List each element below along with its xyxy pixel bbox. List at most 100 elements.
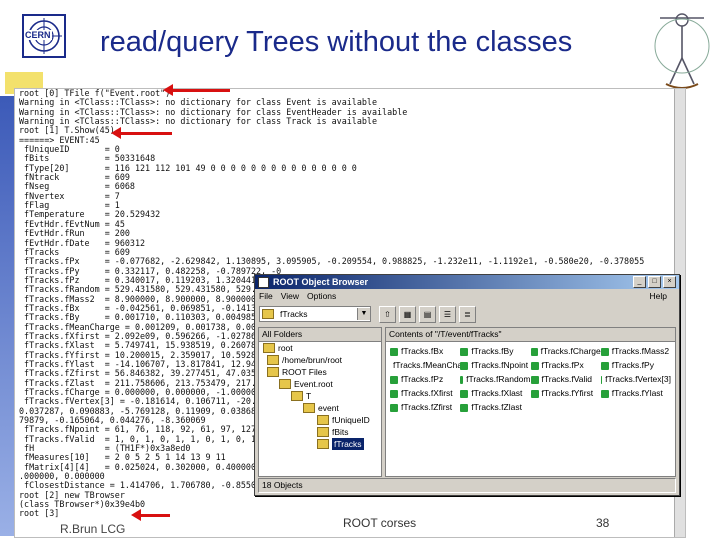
terminal-line: Warning in <TClass::TClass>: no dictiona… bbox=[19, 116, 377, 127]
leaf-icon bbox=[460, 389, 469, 398]
tree-item-label: fTracks bbox=[332, 438, 364, 450]
leaf-item[interactable]: fTracks.fPy bbox=[600, 360, 671, 371]
leaf-icon bbox=[390, 389, 398, 398]
menu-options[interactable]: Options bbox=[307, 291, 336, 301]
folder-icon bbox=[267, 367, 279, 377]
menu-file[interactable]: File bbox=[259, 291, 273, 301]
tree-item-label: ROOT Files bbox=[282, 367, 327, 377]
leaf-item-label: fTracks.fBy bbox=[471, 346, 514, 356]
tree-item[interactable]: ROOT Files bbox=[259, 366, 381, 378]
leaf-icon bbox=[600, 361, 609, 370]
leaf-icon bbox=[460, 403, 469, 412]
folder-icon bbox=[279, 379, 291, 389]
browser-toolbar: fTracks ▼ ⇧ ▦ ▤ ☰ ≣ bbox=[255, 303, 679, 325]
leaf-item[interactable]: fTracks.fNpoint bbox=[460, 360, 530, 371]
minimize-icon[interactable]: _ bbox=[633, 276, 646, 288]
list-view-icon[interactable]: ☰ bbox=[439, 305, 456, 323]
tree-item[interactable]: root bbox=[259, 342, 381, 354]
leaf-item[interactable]: fTracks.fMeanCharge bbox=[390, 360, 460, 371]
status-bar: 18 Objects bbox=[258, 478, 676, 493]
contents-pane[interactable]: Contents of "/T/event/fTracks" fTracks.f… bbox=[385, 327, 676, 477]
tree-item-label: event bbox=[318, 403, 339, 413]
leaf-item[interactable]: fTracks.fMass2 bbox=[600, 346, 671, 357]
tree-item[interactable]: fBits bbox=[259, 426, 381, 438]
tree-item[interactable]: fTracks bbox=[259, 438, 381, 450]
contents-header: Contents of "/T/event/fTracks" bbox=[386, 328, 675, 342]
maximize-icon[interactable]: □ bbox=[648, 276, 661, 288]
leaf-item[interactable]: fTracks.fYlast bbox=[600, 388, 671, 399]
leaf-item[interactable]: fTracks.fCharge bbox=[530, 346, 601, 357]
root-object-browser: ROOT Object Browser _ □ × File View Opti… bbox=[254, 274, 680, 496]
tree-item[interactable]: /home/brun/root bbox=[259, 354, 381, 366]
leaf-icon bbox=[460, 375, 464, 384]
leaf-icon bbox=[460, 347, 469, 356]
leaf-icon bbox=[390, 347, 398, 356]
folders-pane[interactable]: All Folders root/home/brun/root ROOT File… bbox=[258, 327, 382, 477]
leaf-item-label: fTracks.fPx bbox=[541, 360, 584, 370]
tree-item[interactable]: Event.root bbox=[259, 378, 381, 390]
leaf-item[interactable]: fTracks.fXfirst bbox=[390, 388, 460, 399]
folder-combo[interactable]: fTracks ▼ bbox=[259, 306, 371, 322]
tree-item-label: /home/brun/root bbox=[282, 355, 343, 365]
browser-titlebar: ROOT Object Browser _ □ × bbox=[255, 275, 679, 289]
leaf-item-label: fTracks.fValid bbox=[541, 374, 593, 384]
window-icon bbox=[258, 276, 269, 288]
up-folder-icon[interactable]: ⇧ bbox=[379, 305, 396, 323]
leaf-item[interactable]: fTracks.fValid bbox=[530, 374, 601, 385]
leaf-item[interactable]: fTracks.fPx bbox=[530, 360, 601, 371]
tree-item[interactable]: event bbox=[259, 402, 381, 414]
folder-icon bbox=[317, 427, 329, 437]
leaf-item-label: fTracks.fYfirst bbox=[541, 388, 594, 398]
large-icons-icon[interactable]: ▦ bbox=[399, 305, 416, 323]
leaf-item-label: fTracks.fXlast bbox=[471, 388, 523, 398]
leaf-item-label: fTracks.fVertex[3] bbox=[605, 374, 671, 384]
leaf-icon bbox=[460, 361, 469, 370]
tree-item[interactable]: T bbox=[259, 390, 381, 402]
leaf-item[interactable]: fTracks.fVertex[3] bbox=[600, 374, 671, 385]
footer-course: ROOT corses bbox=[343, 516, 417, 530]
leaf-icon bbox=[390, 375, 398, 384]
page-number: 38 bbox=[596, 516, 610, 530]
leaf-icon bbox=[530, 375, 539, 384]
details-view-icon[interactable]: ≣ bbox=[459, 305, 476, 323]
arrow-tfile bbox=[163, 84, 230, 96]
leaf-icon bbox=[600, 347, 609, 356]
folders-header: All Folders bbox=[259, 328, 381, 342]
leaf-item[interactable]: fTracks.fZfirst bbox=[390, 402, 460, 413]
leaf-icon bbox=[600, 389, 609, 398]
leaf-item[interactable]: fTracks.fPz bbox=[390, 374, 460, 385]
leaf-item-label: fTracks.fZlast bbox=[471, 402, 522, 412]
folder-icon bbox=[263, 343, 275, 353]
tree-item[interactable]: fUniqueID bbox=[259, 414, 381, 426]
leaf-item-label: fTracks.fZfirst bbox=[401, 402, 453, 412]
leaf-item[interactable]: fTracks.fXlast bbox=[460, 388, 530, 399]
tree-item-label: fBits bbox=[332, 427, 349, 437]
leaf-item[interactable]: fTracks.fZlast bbox=[460, 402, 530, 413]
menu-view[interactable]: View bbox=[281, 291, 299, 301]
leaf-item[interactable]: fTracks.fRandom bbox=[460, 374, 531, 385]
small-icons-icon[interactable]: ▤ bbox=[419, 305, 436, 323]
leaf-item-label: fTracks.fYlast bbox=[611, 388, 663, 398]
cern-logo-text: CERN bbox=[24, 30, 52, 40]
leaf-item[interactable]: fTracks.fYfirst bbox=[530, 388, 601, 399]
folder-icon bbox=[267, 355, 279, 365]
leaf-icon bbox=[390, 403, 398, 412]
close-icon[interactable]: × bbox=[663, 276, 676, 288]
folder-icon bbox=[291, 391, 303, 401]
folder-icon bbox=[317, 415, 329, 425]
arrow-show bbox=[111, 127, 172, 139]
menu-help[interactable]: Help bbox=[650, 291, 667, 301]
leaf-icon bbox=[600, 375, 603, 384]
arrow-tbrowser bbox=[131, 509, 170, 521]
folder-icon bbox=[262, 309, 274, 319]
leaf-item[interactable]: fTracks.fBx bbox=[390, 346, 460, 357]
leaf-item-label: fTracks.fRandom bbox=[466, 374, 531, 384]
chevron-down-icon[interactable]: ▼ bbox=[357, 308, 370, 320]
vitruvian-figure-icon bbox=[654, 13, 710, 89]
tree-item-label: T bbox=[306, 391, 312, 401]
footer-author: R.Brun LCG bbox=[60, 522, 126, 536]
leaf-item-label: fTracks.fPz bbox=[401, 374, 444, 384]
leaf-item-label: fTracks.fMeanCharge bbox=[393, 360, 460, 370]
folder-combo-value: fTracks bbox=[280, 309, 308, 319]
leaf-item[interactable]: fTracks.fBy bbox=[460, 346, 530, 357]
